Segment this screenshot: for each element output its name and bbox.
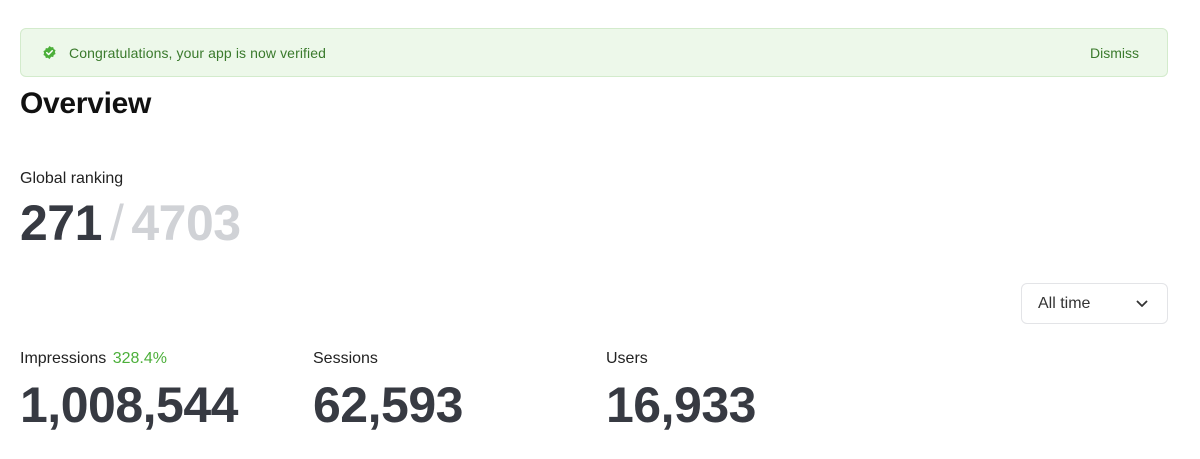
chevron-down-icon — [1135, 297, 1149, 311]
stat-label-text: Sessions — [313, 350, 378, 367]
dismiss-button[interactable]: Dismiss — [1090, 45, 1139, 61]
stat-label-text: Users — [606, 350, 648, 367]
ranking-separator: / — [109, 195, 124, 251]
time-range-selected: All time — [1038, 294, 1091, 312]
stat-users: Users 16,933 — [606, 350, 756, 434]
stat-sessions: Sessions 62,593 — [313, 350, 463, 434]
ranking-label: Global ranking — [20, 170, 124, 187]
time-range-select[interactable]: All time — [1021, 283, 1168, 324]
stat-label-text: Impressions — [20, 350, 107, 367]
page-title: Overview — [20, 87, 152, 120]
verified-badge-icon — [41, 45, 57, 61]
stat-change: 328.4% — [112, 350, 167, 367]
overview-page: Congratulations, your app is now verifie… — [0, 0, 1200, 459]
stat-label: Impressions 328.4% — [20, 350, 238, 368]
stat-value: 16,933 — [606, 377, 756, 433]
stat-impressions: Impressions 328.4% 1,008,544 — [20, 350, 238, 434]
stat-label: Users — [606, 350, 756, 368]
ranking-total: 4703 — [131, 195, 241, 251]
banner-message: Congratulations, your app is now verifie… — [69, 44, 327, 61]
stat-label: Sessions — [313, 350, 463, 368]
verified-banner: Congratulations, your app is now verifie… — [20, 28, 1168, 77]
stat-value: 1,008,544 — [20, 377, 238, 433]
stat-value: 62,593 — [313, 377, 463, 433]
ranking-current: 271 — [20, 195, 102, 251]
ranking-value: 271/4703 — [20, 194, 241, 252]
